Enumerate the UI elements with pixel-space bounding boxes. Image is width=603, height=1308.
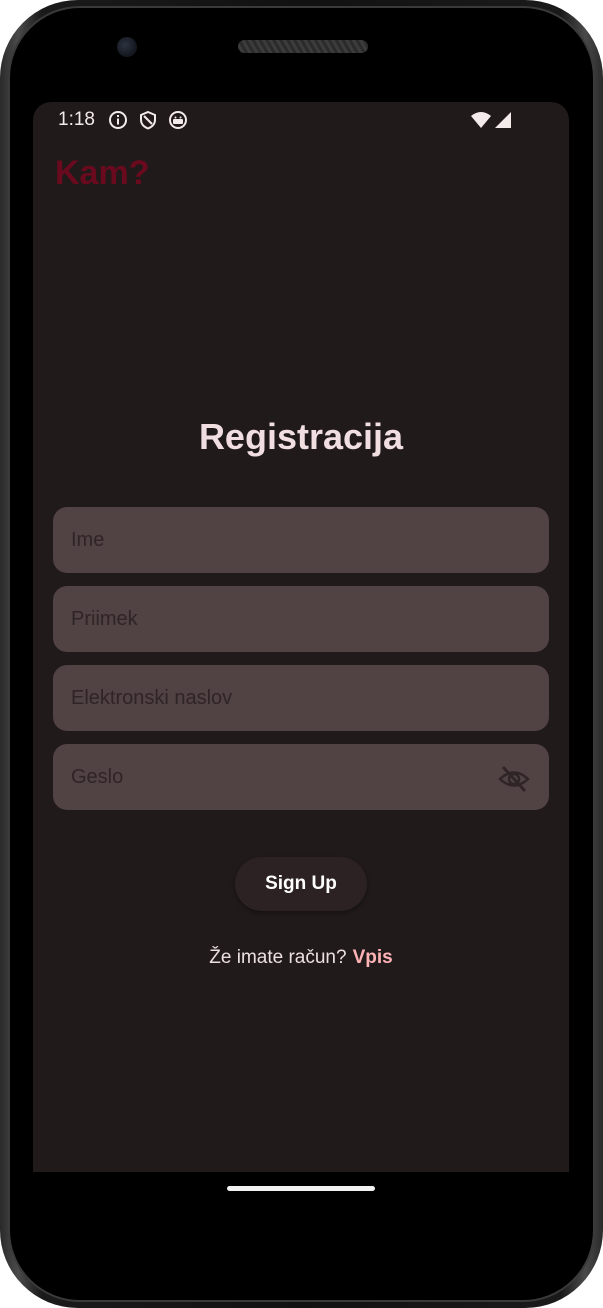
sign-up-button[interactable]: Sign Up [235, 857, 367, 911]
app-screen: 1:18 Kam? Registracija Ime Priimek Elekt… [33, 102, 569, 1172]
eye-off-icon[interactable] [498, 763, 530, 795]
login-link[interactable]: Vpis [353, 947, 393, 968]
info-icon [109, 111, 127, 129]
shield-icon [140, 110, 156, 130]
login-prompt-text: Že imate račun? [209, 947, 347, 968]
front-camera [117, 37, 137, 57]
wifi-icon [471, 112, 491, 128]
password-field[interactable] [53, 744, 549, 810]
app-title: Kam? [55, 154, 150, 192]
page-title: Registracija [198, 416, 404, 457]
first-name-field[interactable] [53, 507, 549, 573]
login-prompt-row: Že imate račun? Vpis [33, 947, 569, 969]
status-bar: 1:18 [33, 102, 569, 138]
status-time: 1:18 [58, 109, 95, 130]
signal-icon [495, 112, 511, 128]
email-field[interactable] [53, 665, 549, 731]
android-icon [169, 111, 187, 129]
phone-frame: 1:18 Kam? Registracija Ime Priimek Elekt… [0, 0, 603, 1308]
earpiece-speaker [238, 40, 368, 53]
last-name-field[interactable] [53, 586, 549, 652]
home-indicator[interactable] [227, 1186, 375, 1191]
